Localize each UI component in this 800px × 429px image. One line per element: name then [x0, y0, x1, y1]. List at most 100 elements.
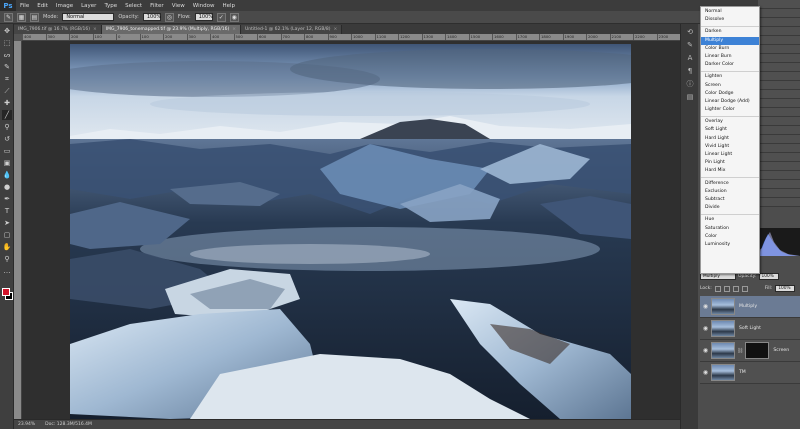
history-brush-tool-icon[interactable]: ↺	[2, 134, 12, 144]
lock-all-icon[interactable]	[741, 285, 748, 292]
panel-row[interactable]	[758, 45, 800, 54]
mode-select[interactable]: Normal	[62, 13, 115, 21]
blend-option[interactable]: Hard Mix	[701, 167, 759, 175]
blend-mode-select[interactable]: Multiply	[700, 273, 736, 280]
healing-tool-icon[interactable]: ✚	[2, 98, 12, 108]
layer-mask-thumbnail[interactable]	[745, 342, 770, 359]
layer-row[interactable]: ◉ Multiply	[700, 296, 800, 318]
blend-option[interactable]: Luminosity	[701, 241, 759, 249]
menu-type[interactable]: Type	[100, 3, 121, 9]
properties-panel-icon[interactable]: ▤	[684, 92, 696, 102]
move-tool-icon[interactable]: ✥	[2, 26, 12, 36]
character-panel-icon[interactable]: A	[684, 53, 696, 63]
blend-option[interactable]: Linear Burn	[701, 53, 759, 61]
blend-mode-dropdown[interactable]: Normal Dissolve Darken Multiply Color Burn Li…	[700, 6, 760, 274]
eye-icon[interactable]: ◉	[702, 369, 709, 376]
pressure-opacity-icon[interactable]: ◎	[164, 12, 174, 22]
document-image[interactable]	[70, 44, 631, 419]
eye-icon[interactable]: ◉	[702, 325, 709, 332]
close-icon[interactable]: ×	[232, 27, 236, 32]
pressure-size-icon[interactable]: ◉	[229, 12, 239, 22]
panel-row[interactable]	[758, 63, 800, 72]
panel-row[interactable]	[758, 180, 800, 189]
layer-thumbnail[interactable]	[711, 364, 735, 381]
pen-tool-icon[interactable]: ✒	[2, 194, 12, 204]
panel-row[interactable]	[758, 54, 800, 63]
gradient-tool-icon[interactable]: ▣	[2, 158, 12, 168]
blend-option[interactable]: Multiply	[701, 36, 759, 45]
blend-option[interactable]: Linear Light	[701, 151, 759, 159]
panel-row[interactable]	[758, 27, 800, 36]
panel-row[interactable]	[758, 81, 800, 90]
panel-row[interactable]	[758, 36, 800, 45]
blur-tool-icon[interactable]: 💧	[2, 170, 12, 180]
blend-option[interactable]: Darken	[701, 28, 759, 36]
foreground-color-swatch[interactable]	[2, 288, 10, 296]
crop-tool-icon[interactable]: ⌗	[2, 74, 12, 84]
canvas-area[interactable]	[22, 41, 680, 419]
fill-input[interactable]: 100%	[775, 285, 796, 292]
blend-option[interactable]: Screen	[701, 82, 759, 90]
brush-settings-icon[interactable]: ▦	[17, 12, 26, 22]
menu-edit[interactable]: Edit	[33, 3, 52, 9]
blend-option[interactable]: Divide	[701, 204, 759, 212]
menu-layer[interactable]: Layer	[77, 3, 100, 9]
blend-option[interactable]: Color	[701, 233, 759, 241]
blend-option[interactable]: Soft Light	[701, 126, 759, 134]
tab-document-3[interactable]: Untitled-1 @ 62.1% (Layer 12, RGB/8) ×	[241, 25, 343, 34]
panel-row[interactable]	[758, 189, 800, 198]
blend-option[interactable]: Exclusion	[701, 188, 759, 196]
panel-row[interactable]	[758, 0, 800, 9]
panel-row[interactable]	[758, 117, 800, 126]
menu-view[interactable]: View	[168, 3, 189, 9]
blend-option[interactable]: Saturation	[701, 225, 759, 233]
brush-preset-icon[interactable]: ✎	[4, 12, 13, 22]
layer-row[interactable]: ◉ ⛓ Screen	[700, 340, 800, 362]
panel-row[interactable]	[758, 162, 800, 171]
blend-option[interactable]: Color Burn	[701, 45, 759, 53]
blend-option[interactable]: Linear Dodge (Add)	[701, 98, 759, 106]
marquee-tool-icon[interactable]: ⬚	[2, 38, 12, 48]
panel-row[interactable]	[758, 99, 800, 108]
flow-input[interactable]: 100%	[194, 13, 213, 21]
lock-transparency-icon[interactable]	[714, 285, 721, 292]
brush-panel-icon[interactable]: ✎	[684, 40, 696, 50]
panel-row[interactable]	[758, 18, 800, 27]
panel-row[interactable]	[758, 135, 800, 144]
blend-option[interactable]: Darker Color	[701, 61, 759, 69]
link-icon[interactable]: ⛓	[737, 348, 743, 354]
vertical-ruler[interactable]	[14, 41, 22, 419]
blend-option[interactable]: Normal	[701, 8, 759, 16]
more-tools-icon[interactable]: …	[2, 266, 12, 276]
zoom-level[interactable]: 23.94%	[18, 422, 35, 427]
menu-help[interactable]: Help	[218, 3, 239, 9]
blend-option[interactable]: Lighten	[701, 73, 759, 81]
blend-option[interactable]: Vivid Light	[701, 143, 759, 151]
panel-row[interactable]	[758, 90, 800, 99]
hand-tool-icon[interactable]: ✋	[2, 242, 12, 252]
opacity-input[interactable]: 100%	[142, 13, 161, 21]
layer-thumbnail[interactable]	[711, 298, 735, 315]
eraser-tool-icon[interactable]: ▭	[2, 146, 12, 156]
tab-document-1[interactable]: IMG_7906.tif @ 16.7% (RGB/16) ×	[14, 25, 102, 34]
panel-row[interactable]	[758, 198, 800, 207]
menu-filter[interactable]: Filter	[146, 3, 168, 9]
blend-option[interactable]: Hard Light	[701, 135, 759, 143]
blend-option[interactable]: Lighter Color	[701, 106, 759, 114]
layer-row[interactable]: ◉ TM	[700, 362, 800, 384]
menu-select[interactable]: Select	[121, 3, 146, 9]
blend-option[interactable]: Hue	[701, 216, 759, 224]
panel-row[interactable]	[758, 153, 800, 162]
layer-thumbnail[interactable]	[711, 320, 735, 337]
layer-opacity-input[interactable]: 100%	[758, 273, 779, 280]
path-select-tool-icon[interactable]: ➤	[2, 218, 12, 228]
eyedropper-tool-icon[interactable]: ⟋	[2, 86, 12, 96]
blend-option[interactable]: Dissolve	[701, 16, 759, 24]
blend-option[interactable]: Subtract	[701, 196, 759, 204]
tab-document-2[interactable]: IMG_7906_tonemapped.tif @ 23.9% (Multipl…	[101, 25, 242, 34]
dodge-tool-icon[interactable]: ●	[2, 182, 12, 192]
blend-option[interactable]: Color Dodge	[701, 90, 759, 98]
lasso-tool-icon[interactable]: ᔕ	[2, 50, 12, 60]
panel-row[interactable]	[758, 126, 800, 135]
type-tool-icon[interactable]: T	[2, 206, 12, 216]
